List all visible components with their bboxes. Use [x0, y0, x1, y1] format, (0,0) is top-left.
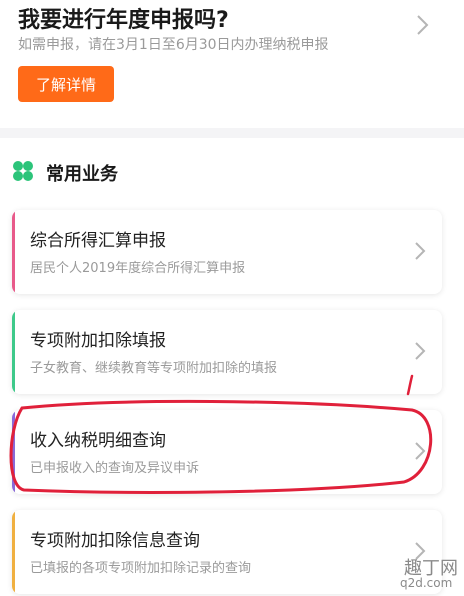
service-card-special-deduction-query[interactable]: 专项附加扣除信息查询 已填报的各项专项附加扣除记录的查询: [12, 510, 442, 594]
card-description: 已申报收入的查询及异议申诉: [30, 461, 200, 476]
card-description: 已填报的各项专项附加扣除记录的查询: [30, 561, 252, 576]
chevron-right-icon: [415, 342, 426, 360]
annual-filing-subtitle: 如需申报，请在3月1日至6月30日内办理纳税申报: [18, 37, 329, 53]
annual-filing-card[interactable]: 我要进行年度申报吗? 如需申报，请在3月1日至6月30日内办理纳税申报 了解详情: [0, 0, 464, 128]
watermark: 趣丁网 q2d.com: [396, 554, 460, 592]
card-accent: [12, 310, 15, 394]
common-services-header: 常用业务: [0, 150, 464, 190]
card-accent: [12, 510, 15, 594]
card-accent: [12, 410, 15, 494]
section-title: 常用业务: [46, 164, 118, 185]
clover-icon: [13, 161, 33, 181]
card-description: 子女教育、继续教育等专项附加扣除的填报: [30, 361, 278, 376]
service-card-annual-settlement[interactable]: 综合所得汇算申报 居民个人2019年度综合所得汇算申报: [12, 210, 442, 294]
card-title: 收入纳税明细查询: [30, 431, 166, 451]
chevron-right-icon: [415, 442, 426, 460]
card-description: 居民个人2019年度综合所得汇算申报: [30, 261, 246, 276]
learn-more-button[interactable]: 了解详情: [18, 66, 114, 102]
watermark-url: q2d.com: [400, 576, 453, 590]
card-title: 综合所得汇算申报: [30, 231, 166, 251]
chevron-right-icon: [415, 242, 426, 260]
annual-filing-title: 我要进行年度申报吗?: [18, 8, 229, 33]
section-divider: [0, 128, 464, 138]
card-title: 专项附加扣除信息查询: [30, 531, 200, 551]
card-accent: [12, 210, 15, 294]
service-card-income-tax-detail[interactable]: 收入纳税明细查询 已申报收入的查询及异议申诉: [12, 410, 442, 494]
chevron-right-icon[interactable]: [412, 10, 432, 40]
service-card-special-deduction-filing[interactable]: 专项附加扣除填报 子女教育、继续教育等专项附加扣除的填报: [12, 310, 442, 394]
card-title: 专项附加扣除填报: [30, 331, 166, 351]
